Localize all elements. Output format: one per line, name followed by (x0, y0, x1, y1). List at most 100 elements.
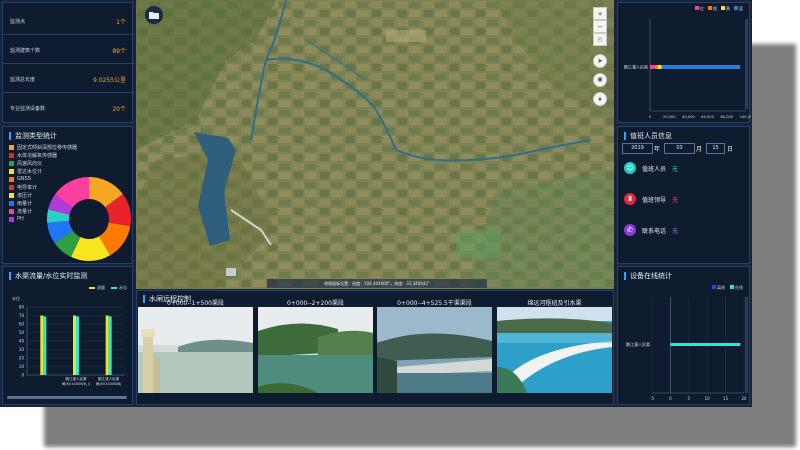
x-tick-label: 5 (688, 396, 691, 401)
legend-item[interactable]: 流量 (89, 285, 105, 291)
legend-item[interactable]: 流量计 (9, 208, 32, 215)
bar-segment-蓝 (661, 65, 741, 69)
bar-流量 (40, 315, 44, 375)
legend-label: 离线 (717, 285, 725, 290)
horizontal-scrollbar[interactable] (7, 396, 127, 399)
duty-label: 值班领导 (642, 196, 667, 204)
map-imagery (136, 0, 614, 289)
x-tick-label: 鹏江灌人民渠 (98, 376, 119, 381)
year-label: 年 (654, 146, 661, 153)
legend-item[interactable]: PH (9, 216, 24, 222)
legend-label: 蓝 (739, 6, 743, 11)
month-label: 月 (696, 146, 703, 153)
stat-value: 1个 (116, 19, 126, 26)
zoom-in-button[interactable]: + (593, 7, 607, 20)
y-tick-label: 50 (19, 330, 25, 335)
legend-item[interactable]: 在线 (730, 285, 743, 291)
legend-item[interactable]: 固定式倾斜深部位移传感器 (9, 144, 77, 151)
legend-swatch (9, 169, 14, 174)
locate-button[interactable]: ✺ (593, 73, 607, 87)
month-select[interactable]: 03 (664, 143, 695, 154)
satellite-map[interactable]: 地图鼠标位置：经度：104.404000°，纬度：31.340642° (136, 0, 614, 289)
compass-button[interactable]: ➤ (593, 54, 607, 68)
folder-button[interactable] (145, 6, 163, 24)
panel-title: 监测类型统计 (9, 131, 57, 141)
x-tick-label: 80,000 (721, 115, 734, 119)
stat-label: 监测点 (10, 19, 26, 25)
legend-item[interactable]: 雨量计 (9, 200, 32, 207)
legend-label: PH (17, 216, 24, 222)
panel-title: 设备在线统计 (624, 271, 672, 281)
duty-row-staff: ☺ 值班人员 无 (624, 162, 678, 174)
camera-view-4[interactable] (497, 307, 612, 393)
legend-item[interactable]: GNSS (9, 176, 31, 182)
stat-label: 专业监测设备数 (10, 106, 46, 112)
legend-item[interactable]: 黄 (721, 6, 730, 12)
x-tick-label: 20 (741, 396, 747, 401)
device-panel: 设备在线统计 离线 在线 -5 0 5 10 15 20 鹏江灌人民渠 (617, 266, 750, 405)
map-coordinate-bar: 地图鼠标位置：经度：104.404000°，纬度：31.340642° (267, 279, 487, 288)
legend-swatch (9, 176, 14, 182)
y-tick-label: 40 (19, 339, 25, 344)
zoom-out-button[interactable]: − (593, 20, 607, 33)
legend-label: 固定式倾斜深部位移传感器 (17, 145, 78, 151)
legend-label: 风速风向仪 (17, 161, 43, 167)
stat-value: 89个 (112, 48, 126, 55)
duty-value: 无 (672, 227, 679, 235)
legend-item[interactable]: 雷达水位计 (9, 168, 42, 175)
duty-value: 无 (672, 165, 679, 173)
legend-item[interactable]: 橙 (708, 6, 717, 12)
legend-swatch (9, 193, 14, 198)
camera-view-2[interactable] (258, 307, 373, 393)
legend-item[interactable]: 电导率计 (9, 184, 37, 191)
legend-swatch (9, 216, 14, 222)
x-tick-label: 60,000 (701, 115, 714, 119)
legend-label: 橙 (713, 6, 717, 11)
x-tick-label: 鹏江灌人民渠 (66, 376, 87, 381)
device-legend: 离线 在线 (712, 285, 743, 291)
x-tick-label: 0 (649, 115, 652, 119)
flow-chart-panel: 水渠流量/水位实时监测 流量 水位 水位 80 70 60 50 40 30 20 10 0 鹏江… (2, 266, 133, 405)
legend-label: GNSS (17, 176, 31, 182)
legend-swatch (9, 161, 14, 166)
y-tick-label: 鹏江灌人民渠 (626, 341, 650, 347)
x-tick-label: 20,000 (663, 115, 676, 119)
duty-label: 联系电话 (642, 227, 667, 235)
camera-title: 0+000--4+525.5干渠渠段 (397, 300, 472, 307)
pin-button[interactable]: ⬧ (593, 92, 607, 106)
stat-label: 监测建筑个数 (10, 48, 41, 54)
layers-button[interactable]: ◰ (593, 33, 607, 46)
bar-水位 (108, 316, 112, 375)
x-tick-label: 10 (705, 396, 711, 401)
warning-stat-panel: 红 橙 黄 蓝 0 20,000 40,000 60,000 80,000 100,00 鹏… (617, 2, 751, 123)
device-title: 设备在线统计 (630, 272, 672, 280)
camera-view-3[interactable] (377, 307, 492, 393)
warning-legend: 红 橙 黄 蓝 (695, 6, 743, 12)
x-tick-label: 40,000 (682, 115, 695, 119)
y-tick-label: 30 (19, 347, 25, 352)
legend-item[interactable]: 蓝 (734, 6, 743, 12)
legend-label: 流量计 (17, 209, 33, 215)
year-select[interactable]: 2019 (622, 143, 653, 154)
x-tick-label: 15 (723, 396, 729, 401)
stat-value: 20个 (112, 106, 126, 113)
compass-icon: ➤ (597, 57, 603, 65)
camera-title: 0+000--1+500渠段 (167, 300, 224, 307)
legend-label: 水体溶解氧传感器 (17, 153, 58, 159)
legend-item[interactable]: 水位 (111, 285, 127, 291)
vertical-scrollbar (745, 19, 748, 109)
legend-item[interactable]: 红 (695, 6, 704, 12)
warning-bar-chart: 0 20,000 40,000 60,000 80,000 100,00 鹏江灌人民渠 (624, 19, 751, 119)
monitor-types-panel: 监测类型统计 固定式倾斜深部位移传感器 水体溶解氧传感器 风速风向仪 雷达水位计… (2, 126, 133, 264)
day-select[interactable]: 15 (706, 143, 725, 154)
camera-view-1[interactable] (138, 307, 253, 393)
y-tick-label: 60 (19, 322, 25, 327)
user-icon: ☺ (624, 162, 636, 174)
legend-item[interactable]: 离线 (712, 285, 725, 291)
vertical-scrollbar (745, 297, 748, 393)
legend-item[interactable]: 渗压计 (9, 192, 32, 199)
camera-title: 绵远河枢纽及引水渠 (527, 300, 582, 307)
legend-item[interactable]: 风速风向仪 (9, 160, 42, 167)
legend-item[interactable]: 水体溶解氧传感器 (9, 152, 57, 159)
dashboard-window: 监测点 1个 监测建筑个数 89个 监测总长度 9.0255公里 专业监测设备数… (0, 0, 752, 407)
